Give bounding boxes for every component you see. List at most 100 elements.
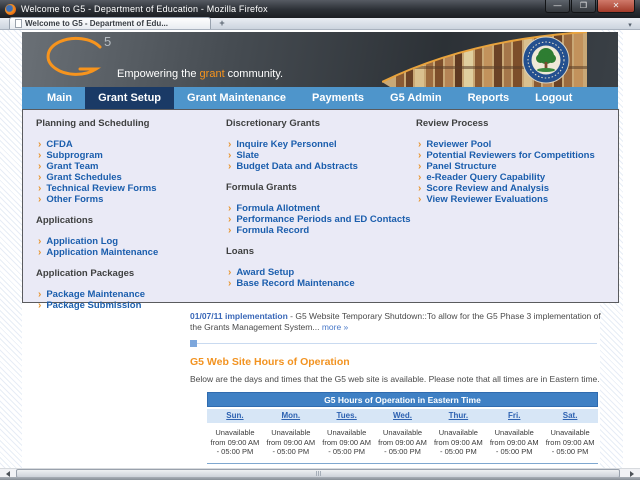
menu-link-label: Potential Reviewers for Competitions — [426, 150, 595, 161]
menu-link-label: CFDA — [46, 139, 73, 150]
menu-column-2: Discretionary Grants › Inquire Key Personn… — [226, 115, 416, 302]
link-arrow-icon: › — [38, 235, 42, 247]
nav-item-reports[interactable]: Reports — [455, 87, 523, 109]
nav-item-g5-admin[interactable]: G5 Admin — [377, 87, 455, 109]
tagline-post: community. — [224, 68, 284, 80]
nav-item-logout[interactable]: Logout — [522, 87, 585, 109]
menu-link-label: Slate — [236, 150, 260, 161]
banner-tagline: Empowering the grant community. — [117, 68, 283, 80]
day-header-thur[interactable]: Thur. — [430, 409, 486, 423]
link-arrow-icon: › — [418, 160, 422, 172]
menu-link-potential-reviewers-for-competitions[interactable]: › Potential Reviewers for Competitions — [418, 150, 606, 161]
menu-link-panel-structure[interactable]: › Panel Structure — [418, 161, 606, 172]
menu-link-label: Base Record Maintenance — [236, 278, 355, 289]
link-arrow-icon: › — [38, 171, 42, 183]
link-arrow-icon: › — [228, 160, 232, 172]
menu-link-label: e-Reader Query Capability — [426, 172, 546, 183]
nav-item-main[interactable]: Main — [34, 87, 85, 109]
hours-table-data-row: Unavailable from 09:00 AM - 05:00 PM Unav… — [207, 423, 598, 463]
menu-link-e-reader-query-capability[interactable]: › e-Reader Query Capability — [418, 172, 606, 183]
list-all-tabs-button[interactable]: ▾ — [623, 21, 637, 29]
hours-cell-tues: Unavailable from 09:00 AM - 05:00 PM — [322, 428, 372, 456]
menu-link-application-maintenance[interactable]: › Application Maintenance — [38, 247, 226, 258]
menu-link-label: Application Log — [46, 236, 119, 247]
day-header-wed[interactable]: Wed. — [375, 409, 431, 423]
day-header-tues[interactable]: Tues. — [319, 409, 375, 423]
menu-link-label: Grant Schedules — [46, 172, 122, 183]
menu-group-review-process: Review Process › Reviewer Pool › Potential R… — [416, 115, 606, 205]
menu-link-formula-allotment[interactable]: › Formula Allotment — [228, 203, 416, 214]
link-arrow-icon: › — [228, 138, 232, 150]
menu-link-slate[interactable]: › Slate — [228, 150, 416, 161]
browser-viewport: 01/07/11 implementation - G5 Website Tem… — [0, 30, 623, 468]
tab-welcome-g5[interactable]: Welcome to G5 - Department of Edu... — [9, 17, 211, 29]
menu-group-header: Applications — [36, 215, 94, 226]
page-icon — [15, 19, 22, 28]
menu-link-view-reviewer-evaluations[interactable]: › View Reviewer Evaluations — [418, 194, 606, 205]
menu-link-label: Budget Data and Abstracts — [236, 161, 358, 172]
day-header-fri[interactable]: Fri. — [486, 409, 542, 423]
news-more-link[interactable]: more » — [322, 322, 348, 332]
menu-column-1: Planning and Scheduling › CFDA › Subprogram ›… — [36, 115, 226, 311]
hours-cell-mon: Unavailable from 09:00 AM - 05:00 PM — [266, 428, 316, 456]
close-button[interactable]: ✕ — [597, 0, 635, 13]
menu-group-header: Formula Grants — [226, 182, 297, 193]
hours-cell-wed: Unavailable from 09:00 AM - 05:00 PM — [378, 428, 427, 456]
day-header-mon[interactable]: Mon. — [263, 409, 319, 423]
menu-link-inquire-key-personnel[interactable]: › Inquire Key Personnel — [228, 139, 416, 150]
menu-link-reviewer-pool[interactable]: › Reviewer Pool — [418, 139, 606, 150]
hours-cell-sat: Unavailable from 09:00 AM - 05:00 PM — [545, 428, 595, 456]
hours-table: G5 Hours of Operation in Eastern Time Su… — [207, 392, 598, 464]
menu-link-label: Award Setup — [236, 267, 295, 278]
link-arrow-icon: › — [228, 213, 232, 225]
link-arrow-icon: › — [418, 182, 422, 194]
link-arrow-icon: › — [228, 277, 232, 289]
menu-group-header: Discretionary Grants — [226, 118, 320, 129]
minimize-button[interactable]: — — [545, 0, 570, 13]
day-header-sat[interactable]: Sat. — [542, 409, 598, 423]
menu-link-grant-schedules[interactable]: › Grant Schedules — [38, 172, 226, 183]
hours-description: Below are the days and times that the G5… — [190, 374, 600, 384]
tagline-pre: Empowering the — [117, 68, 200, 80]
menu-link-cfda[interactable]: › CFDA — [38, 139, 226, 150]
firefox-icon — [5, 3, 16, 15]
menu-link-application-log[interactable]: › Application Log — [38, 236, 226, 247]
menu-link-package-maintenance[interactable]: › Package Maintenance — [38, 289, 226, 300]
nav-item-grant-setup[interactable]: Grant Setup — [85, 87, 175, 109]
menu-group-formula-grants: Formula Grants › Formula Allotment › Perform… — [226, 179, 416, 236]
nav-item-payments[interactable]: Payments — [299, 87, 377, 109]
link-arrow-icon: › — [418, 149, 422, 161]
nav-item-grant-maintenance[interactable]: Grant Maintenance — [174, 87, 299, 109]
menu-group-loans: Loans › Award Setup › Base Record Maintenanc… — [226, 243, 416, 289]
divider-line — [197, 343, 597, 344]
menu-group-header: Application Packages — [36, 268, 135, 279]
hours-heading: G5 Web Site Hours of Operation — [190, 356, 350, 368]
maximize-button[interactable]: ❐ — [571, 0, 596, 13]
menu-link-grant-team[interactable]: › Grant Team — [38, 161, 226, 172]
horizontal-scrollbar[interactable] — [0, 468, 640, 478]
link-arrow-icon: › — [38, 288, 42, 300]
day-header-sun[interactable]: Sun. — [207, 409, 263, 423]
link-arrow-icon: › — [38, 160, 42, 172]
window-titlebar[interactable]: Welcome to G5 - Department of Education … — [0, 0, 640, 18]
menu-link-base-record-maintenance[interactable]: › Base Record Maintenance — [228, 278, 416, 289]
hours-cell-thur: Unavailable from 09:00 AM - 05:00 PM — [433, 428, 483, 456]
hours-cell-sun: Unavailable from 09:00 AM - 05:00 PM — [210, 428, 260, 456]
menu-link-label: Package Submission — [46, 300, 142, 311]
link-arrow-icon: › — [418, 171, 422, 183]
hours-table-day-header-row: Sun. Mon. Tues. Wed. Thur. Fri. Sat. — [207, 409, 598, 423]
new-tab-button[interactable]: + — [214, 18, 230, 28]
hours-table-title: G5 Hours of Operation in Eastern Time — [207, 392, 598, 407]
menu-link-formula-record[interactable]: › Formula Record — [228, 225, 416, 236]
menu-link-budget-data-and-abstracts[interactable]: › Budget Data and Abstracts — [228, 161, 416, 172]
news-date-link[interactable]: 01/07/11 implementation — [190, 311, 288, 321]
menu-link-score-review-and-analysis[interactable]: › Score Review and Analysis — [418, 183, 606, 194]
main-navigation-bar: Main Grant Setup Grant Maintenance Payments… — [22, 87, 618, 109]
menu-link-technical-review-forms[interactable]: › Technical Review Forms — [38, 183, 226, 194]
menu-link-package-submission[interactable]: › Package Submission — [38, 300, 226, 311]
menu-link-label: Grant Team — [46, 161, 99, 172]
menu-link-performance-periods-and-ed-contacts[interactable]: › Performance Periods and ED Contacts — [228, 214, 416, 225]
menu-link-award-setup[interactable]: › Award Setup — [228, 267, 416, 278]
menu-link-other-forms[interactable]: › Other Forms — [38, 194, 226, 205]
menu-link-subprogram[interactable]: › Subprogram — [38, 150, 226, 161]
